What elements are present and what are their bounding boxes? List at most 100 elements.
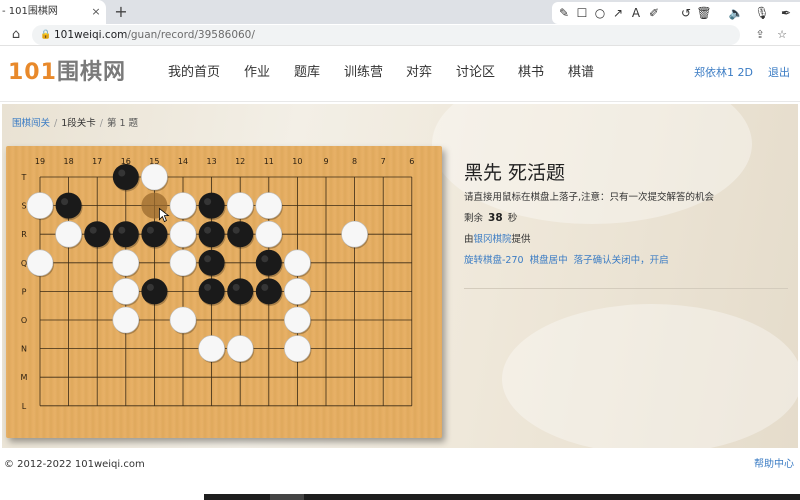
nav-item-forum[interactable]: 讨论区 [456,62,495,84]
black-stone [255,249,282,276]
nav-item-records[interactable]: 棋谱 [568,62,594,84]
browser-tab-bar: - 101围棋网 × + ✎ ☐ ○ ↗ A ✐ ↺ 🗑 🔈 🎙 ✒ [0,0,800,24]
nav-item-homework[interactable]: 作业 [244,62,270,84]
breadcrumb-current: 第 1 题 [106,118,139,129]
white-stone [284,306,311,334]
white-stone [255,192,283,219]
user-profile-link[interactable]: 郑依林1 2D [694,64,753,82]
black-stone [141,278,168,305]
black-stone [255,278,282,305]
board-row-label: T [21,173,27,182]
stone-highlight [204,255,212,263]
url-path: /guan/record/39586060/ [127,29,255,41]
tab-title: - 101围棋网 [2,6,58,17]
circle-icon[interactable]: ○ [592,5,608,21]
nav-item-books[interactable]: 棋书 [518,62,544,84]
black-stone [198,221,225,248]
share-icon[interactable]: ⇪ [752,27,768,43]
taskbar-item [270,494,304,500]
board-col-label: 9 [323,157,328,166]
white-stone [169,306,197,334]
white-stone [55,220,82,248]
center-board-link[interactable]: 棋盘居中 [530,255,568,266]
board-col-label: 14 [178,157,188,166]
microphone-icon[interactable]: 🎙 [754,5,770,21]
board-col-label: 13 [207,157,217,166]
white-stone [112,306,140,334]
url-field[interactable]: 🔒 101weiqi.com/guan/record/39586060/ [32,25,740,45]
speaker-icon[interactable]: 🔈 [728,5,744,21]
white-stone [112,278,140,305]
board-row-label: L [22,402,27,411]
board-col-label: 19 [35,157,45,166]
stone-highlight [232,226,240,234]
arrow-icon[interactable]: ↗ [610,5,626,21]
black-stone [55,192,82,219]
white-stone [169,192,197,219]
lock-icon[interactable]: 🔒 [40,28,51,42]
logo-number: 101 [8,60,57,85]
site-logo[interactable]: 101围棋网 [8,58,126,88]
address-bar: ⌂ 🔒 101weiqi.com/guan/record/39586060/ ⇪… [0,24,800,46]
black-stone [112,221,139,248]
divider [464,288,788,289]
board-row-label: M [21,373,28,382]
black-stone [112,164,139,190]
background-wash [502,304,798,448]
rectangle-icon[interactable]: ☐ [574,5,590,21]
bookmark-star-icon[interactable]: ☆ [774,27,790,43]
stone-highlight [204,226,212,234]
stone-highlight [232,283,240,291]
nav-item-home[interactable]: 我的首页 [168,62,220,84]
nav-item-training[interactable]: 训练营 [344,62,383,84]
provider-link[interactable]: 银冈棋院 [474,234,512,245]
go-board-svg[interactable]: 19 18 17 16 15 14 13 12 11 10 9 8 7 6TSRQPONML [6,146,442,438]
new-tab-button[interactable]: + [112,2,130,22]
highlighter-icon[interactable]: ✐ [646,5,662,21]
stone-highlight [118,169,126,177]
undo-icon[interactable]: ↺ [678,5,694,21]
nav-item-play[interactable]: 对弈 [406,62,432,84]
black-stone [227,221,254,248]
breadcrumb-level[interactable]: 1段关卡 [61,118,96,129]
provider-suffix: 提供 [511,234,531,245]
countdown-timer: 剩余 38 秒 [464,211,517,226]
white-stone [226,192,254,219]
help-center-link[interactable]: 帮助中心 [754,458,794,472]
pen-alt-icon[interactable]: ✒ [778,5,794,21]
go-board[interactable]: 19 18 17 16 15 14 13 12 11 10 9 8 7 6 T S R Q P O N M L [6,146,442,438]
pen-icon[interactable]: ✎ [556,5,572,21]
black-stone [141,221,168,248]
close-tab-icon[interactable]: × [90,6,102,18]
stone-highlight [261,255,269,263]
logout-link[interactable]: 退出 [768,64,790,82]
browser-tab[interactable]: - 101围棋网 × [0,0,106,24]
home-icon[interactable]: ⌂ [8,27,24,43]
move-confirm-toggle[interactable]: 落子确认关闭中，开启 [574,255,669,266]
problem-title: 黑先 死活题 [464,162,566,184]
board-row-label: N [21,345,27,354]
white-stone [198,335,225,362]
trash-icon[interactable]: 🗑 [696,5,712,21]
url-domain: 101weiqi.com [54,29,128,41]
nav-item-problems[interactable]: 题库 [294,62,320,84]
rotate-board-link[interactable]: 旋转棋盘-270 [464,255,524,266]
breadcrumb-root[interactable]: 围棋闯关 [12,118,50,129]
board-col-label: 11 [264,157,274,166]
white-stone [341,220,368,248]
white-stone [284,335,311,362]
text-icon[interactable]: A [628,5,644,21]
timer-value: 38 [488,212,503,224]
black-stone [198,278,225,305]
white-stone [226,335,254,362]
black-stone [227,278,254,305]
main-content: 围棋闯关/1段关卡 / 第 1 题 19 18 17 16 15 14 13 12 11 10 9 8 7 6… [2,104,798,448]
provider-line: 由银冈棋院提供 [464,233,531,247]
white-stone [169,249,197,277]
breadcrumb: 围棋闯关/1段关卡 / 第 1 题 [12,116,138,132]
white-stone [255,220,283,248]
board-col-label: 17 [92,157,102,166]
board-row-label: S [21,202,26,211]
stone-highlight [204,198,212,206]
board-row-label: Q [21,259,27,268]
